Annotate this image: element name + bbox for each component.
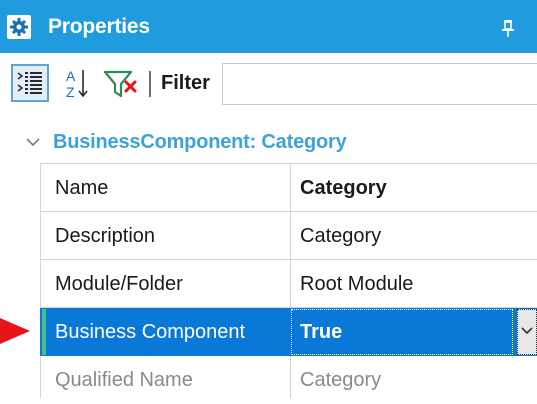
property-value[interactable]: Category: [300, 212, 381, 260]
property-name: Description: [55, 225, 156, 247]
property-value: Category: [300, 369, 382, 391]
svg-text:A: A: [66, 68, 76, 84]
property-row-qualified-name[interactable]: Qualified Name Category: [40, 356, 537, 404]
property-row-module-folder[interactable]: Module/Folder Root Module: [40, 260, 537, 308]
property-value[interactable]: Category: [300, 164, 387, 212]
value-focus-box: [291, 309, 513, 355]
property-name: Business Component: [55, 321, 246, 343]
properties-title-bar: Properties: [0, 0, 537, 53]
property-name: Qualified Name: [55, 369, 193, 391]
selection-marker: [42, 309, 46, 355]
chevron-down-icon[interactable]: [26, 137, 40, 147]
value-dropdown-button[interactable]: [517, 309, 537, 355]
group-title: BusinessComponent: Category: [53, 131, 347, 153]
filter-icon[interactable]: [101, 64, 139, 102]
property-name: Module/Folder: [55, 273, 183, 295]
gear-icon: [7, 15, 31, 39]
sort-alphabetical-icon[interactable]: A Z: [58, 64, 96, 102]
toolbar-separator: [149, 71, 151, 97]
panel-title: Properties: [48, 15, 150, 38]
pin-icon[interactable]: [500, 18, 516, 38]
property-row-description[interactable]: Description Category: [40, 212, 537, 260]
properties-toolbar: A Z Filter: [0, 53, 537, 113]
property-row-name[interactable]: Name Category: [40, 164, 537, 212]
filter-label: Filter: [161, 72, 210, 94]
categorized-view-icon: [17, 72, 42, 94]
filter-input[interactable]: [222, 63, 537, 105]
svg-text:Z: Z: [66, 84, 75, 100]
property-name: Name: [55, 177, 109, 199]
categorized-view-button[interactable]: [11, 64, 49, 102]
chevron-down-icon: [521, 327, 533, 335]
property-value[interactable]: Root Module: [300, 260, 413, 308]
annotation-arrow-icon: [0, 318, 30, 344]
